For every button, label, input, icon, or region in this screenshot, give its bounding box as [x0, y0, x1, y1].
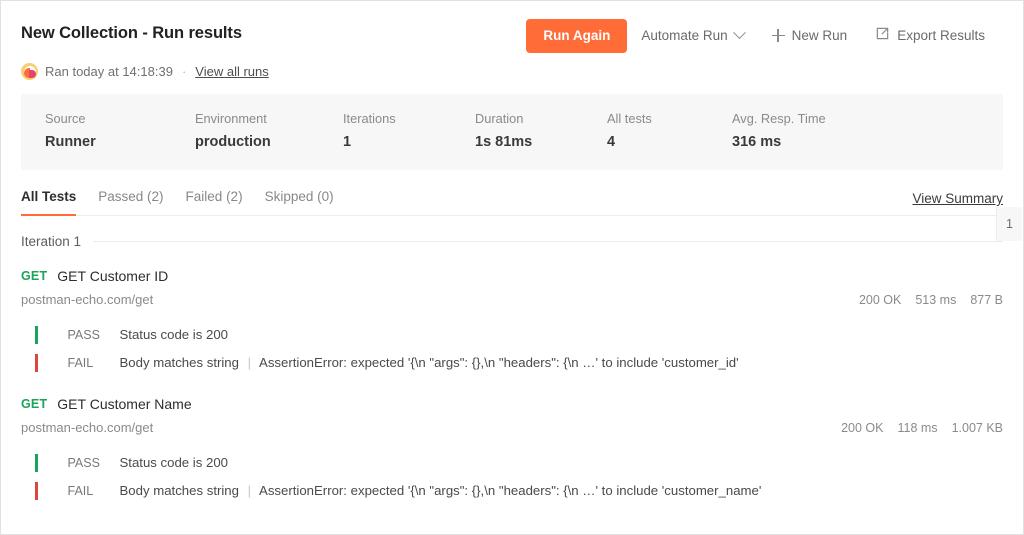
response-status: 200 OK [841, 421, 884, 435]
share-export-icon [875, 26, 890, 45]
page-title: New Collection - Run results [21, 24, 242, 42]
assertion-divider: | [247, 483, 252, 498]
tab-failed[interactable]: Failed (2) [175, 188, 254, 215]
stat-environment: Environment production [171, 110, 319, 152]
view-summary-link[interactable]: View Summary [912, 191, 1003, 215]
assertion-row: PASS Status code is 200 [21, 321, 1003, 349]
assertion-name: Status code is 200 [119, 327, 229, 342]
assertion-divider: | [247, 355, 252, 370]
http-method-badge: GET [21, 269, 48, 283]
stat-label: Avg. Resp. Time [732, 111, 826, 126]
assertion-list: PASS Status code is 200 FAIL Body matche… [21, 449, 1003, 505]
run-meta-row: Ran today at 14:18:39 · View all runs [21, 63, 999, 80]
results-tabs: All Tests Passed (2) Failed (2) Skipped … [21, 188, 345, 216]
tab-skipped[interactable]: Skipped (0) [254, 188, 345, 215]
iteration-header: Iteration 1 [21, 234, 1003, 249]
chevron-down-icon [732, 26, 746, 40]
iteration-nav-badge[interactable]: 1 [996, 207, 1022, 241]
test-block: GET GET Customer Name postman-echo.com/g… [21, 395, 1003, 505]
request-header[interactable]: GET GET Customer Name [21, 395, 1003, 414]
plus-icon [771, 29, 785, 42]
assertion-error: AssertionError: expected '{\n "args": {}… [259, 483, 762, 498]
ran-timestamp: Ran today at 14:18:39 [45, 64, 173, 79]
export-results-button[interactable]: Export Results [861, 17, 999, 54]
response-size: 1.007 KB [951, 421, 1003, 435]
request-header[interactable]: GET GET Customer ID [21, 267, 1003, 286]
assertion-text: Status code is 200 [120, 454, 229, 472]
tab-all-tests[interactable]: All Tests [21, 188, 87, 216]
assertion-result: FAIL [67, 483, 94, 498]
automate-run-label: Automate Run [641, 27, 728, 43]
stat-all-tests: All tests 4 [583, 110, 708, 152]
assertion-row: PASS Status code is 200 [21, 449, 1003, 477]
assertion-name: Body matches string [119, 483, 239, 498]
stat-iterations: Iterations 1 [319, 110, 451, 152]
response-size: 877 B [970, 293, 1003, 307]
request-subrow: postman-echo.com/get 200 OK 118 ms 1.007… [21, 419, 1003, 437]
assertion-result: PASS [67, 455, 100, 470]
stat-label: Source [45, 111, 86, 126]
stat-label: Duration [475, 111, 524, 126]
response-time: 513 ms [915, 293, 957, 307]
response-time: 118 ms [897, 421, 938, 435]
stat-value: 316 ms [732, 134, 782, 150]
assertion-row: FAIL Body matches string | AssertionErro… [21, 349, 1003, 377]
test-results-list: GET GET Customer ID postman-echo.com/get… [21, 267, 1003, 505]
postman-logo-icon [21, 63, 38, 80]
request-url: postman-echo.com/get [21, 420, 154, 435]
assertion-status-bar [35, 326, 38, 344]
assertion-result: FAIL [67, 355, 94, 370]
request-name: GET Customer ID [57, 268, 169, 284]
new-run-button[interactable]: New Run [758, 19, 862, 53]
response-status: 200 OK [858, 293, 902, 307]
stat-value: 4 [607, 134, 616, 150]
automate-run-button[interactable]: Automate Run [627, 19, 757, 53]
assertion-name: Status code is 200 [119, 455, 229, 470]
assertion-row: FAIL Body matches string | AssertionErro… [21, 477, 1003, 505]
assertion-text: Body matches string | AssertionError: ex… [120, 354, 739, 372]
stat-value: 1 [343, 134, 352, 150]
run-stats-bar: Source Runner Environment production Ite… [21, 94, 1003, 170]
stat-duration: Duration 1s 81ms [451, 110, 583, 152]
iteration-label: Iteration 1 [21, 234, 82, 249]
header: New Collection - Run results Run Again A… [1, 1, 1023, 80]
meta-separator: · [181, 64, 187, 79]
request-name: GET Customer Name [57, 396, 192, 412]
stat-label: All tests [607, 111, 652, 126]
http-method-badge: GET [21, 397, 48, 411]
run-again-button[interactable]: Run Again [526, 18, 628, 53]
stat-value: production [195, 134, 271, 150]
response-meta: 200 OK 513 ms 877 B [859, 291, 1003, 309]
request-subrow: postman-echo.com/get 200 OK 513 ms 877 B [21, 291, 1003, 309]
stat-value: 1s 81ms [475, 134, 533, 150]
iteration-divider [93, 241, 1003, 242]
assertion-text: Body matches string | AssertionError: ex… [120, 482, 762, 500]
run-results-window: New Collection - Run results Run Again A… [0, 0, 1024, 535]
export-results-label: Export Results [897, 27, 985, 43]
stat-source: Source Runner [21, 110, 171, 152]
tab-passed[interactable]: Passed (2) [87, 188, 174, 215]
stat-label: Iterations [343, 111, 396, 126]
view-all-runs-link[interactable]: View all runs [195, 64, 268, 79]
assertion-name: Body matches string [119, 355, 239, 370]
assertion-status-bar [35, 354, 38, 372]
stat-avg-resp-time: Avg. Resp. Time 316 ms [708, 110, 908, 152]
request-url: postman-echo.com/get [21, 292, 154, 307]
header-top-row: New Collection - Run results Run Again A… [21, 17, 999, 54]
assertion-text: Status code is 200 [120, 326, 229, 344]
stat-label: Environment [195, 111, 267, 126]
test-block: GET GET Customer ID postman-echo.com/get… [21, 267, 1003, 377]
assertion-status-bar [35, 454, 38, 472]
assertion-result: PASS [67, 327, 100, 342]
assertion-list: PASS Status code is 200 FAIL Body matche… [21, 321, 1003, 377]
assertion-error: AssertionError: expected '{\n "args": {}… [259, 355, 739, 370]
new-run-label: New Run [791, 27, 848, 43]
header-actions: Run Again Automate Run New Run Export Re… [526, 17, 999, 54]
results-tabs-row: All Tests Passed (2) Failed (2) Skipped … [21, 188, 1003, 216]
response-meta: 200 OK 118 ms 1.007 KB [841, 419, 1003, 437]
stat-value: Runner [45, 134, 96, 150]
assertion-status-bar [35, 482, 38, 500]
